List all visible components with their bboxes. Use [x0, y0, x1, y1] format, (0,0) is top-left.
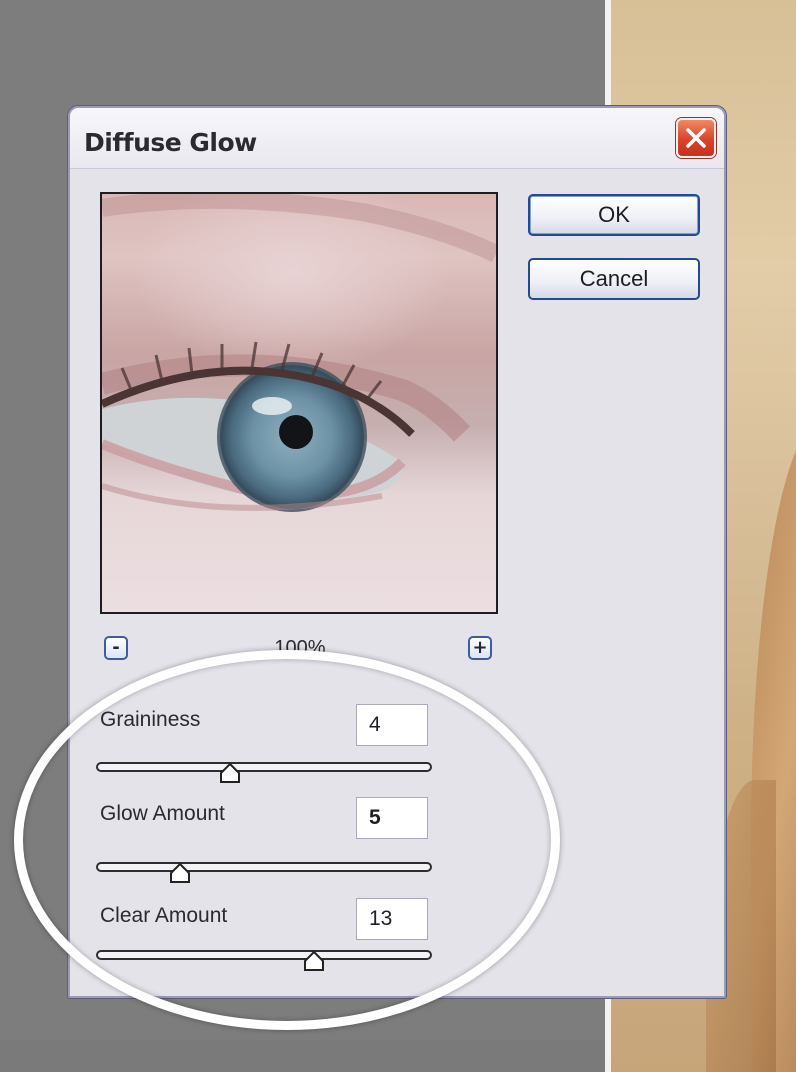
graininess-slider-thumb[interactable] [219, 762, 241, 784]
close-button[interactable] [676, 118, 716, 158]
glow-amount-slider-thumb[interactable] [169, 862, 191, 884]
graininess-input[interactable]: 4 [356, 704, 428, 746]
zoom-in-button[interactable]: + [468, 636, 492, 660]
clear-amount-slider[interactable] [96, 950, 432, 960]
graininess-slider[interactable] [96, 762, 432, 772]
cancel-button[interactable]: Cancel [528, 258, 700, 300]
clear-amount-input[interactable]: 13 [356, 898, 428, 940]
glow-amount-label: Glow Amount [100, 802, 225, 825]
zoom-out-button[interactable]: - [104, 636, 128, 660]
background-canvas [0, 1040, 605, 1072]
glow-amount-slider[interactable] [96, 862, 432, 872]
glow-amount-input[interactable]: 5 [356, 797, 428, 839]
clear-amount-slider-thumb[interactable] [303, 950, 325, 972]
close-icon [686, 128, 706, 148]
graininess-label: Graininess [100, 708, 201, 731]
ok-button[interactable]: OK [528, 194, 700, 236]
preview-eye-image [102, 194, 496, 512]
filter-preview[interactable] [100, 192, 498, 614]
zoom-level: 100% [274, 637, 326, 659]
clear-amount-label: Clear Amount [100, 904, 228, 927]
dialog-title: Diffuse Glow [84, 128, 257, 157]
title-bar[interactable]: Diffuse Glow [70, 108, 724, 169]
diffuse-glow-dialog: Diffuse Glow - 100% + OK Cancel Grainine… [68, 106, 726, 998]
